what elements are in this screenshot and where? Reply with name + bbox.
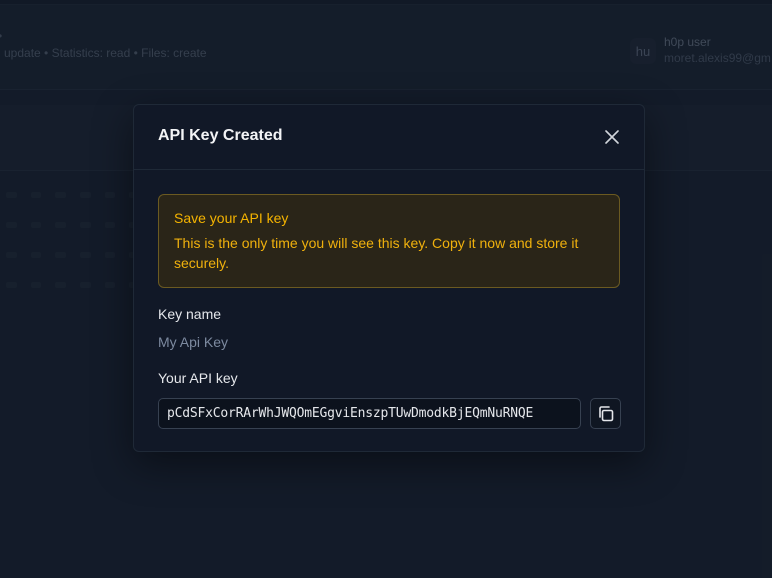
api-key-field[interactable]: pCdSFxCorRArWhJWQOmEGgviEnszpTUwDmodkBjE… [158,398,581,429]
key-name-label: Key name [158,306,222,322]
warning-alert: Save your API key This is the only time … [158,194,620,288]
warning-text: This is the only time you will see this … [174,235,579,271]
dialog-title: API Key Created [158,127,283,144]
close-button[interactable] [602,127,622,147]
warning-title: Save your API key [174,210,289,226]
api-key-label: Your API key [158,370,238,386]
close-icon [605,130,619,144]
api-key-value[interactable]: pCdSFxCorRArWhJWQOmEGgviEnszpTUwDmodkBjE… [167,406,533,421]
copy-icon [598,405,613,421]
dialog-header: API Key Created [134,105,644,170]
key-name-value: My Api Key [158,334,229,350]
copy-button[interactable] [590,398,621,429]
api-key-created-dialog: API Key Created Save your API key This i… [133,104,645,452]
